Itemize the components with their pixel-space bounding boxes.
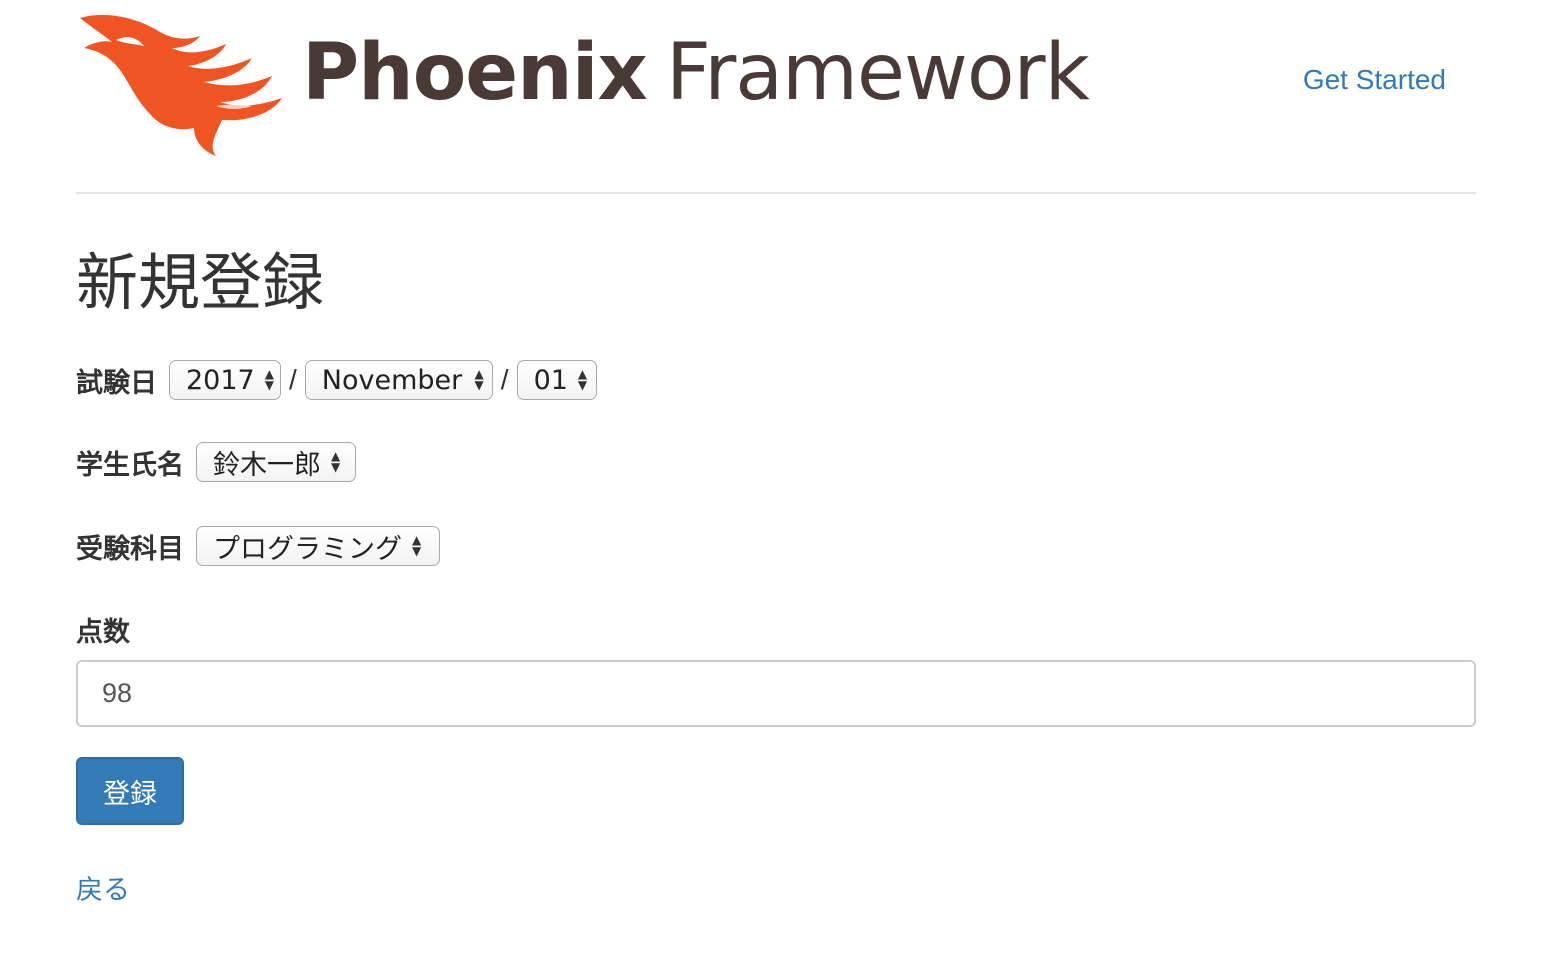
page: TM Phoenix Framework Get Started 新規登録 試験… [0,0,1568,972]
phoenix-logo[interactable]: TM Phoenix Framework [76,10,1136,160]
score-label-row: 点数 [76,610,130,649]
subject-select[interactable]: プログラミング ▲ ▼ [196,526,440,566]
subject-row: 受験科目 プログラミング ▲ ▼ [76,526,440,566]
student-row: 学生氏名 鈴木一郎 ▲ ▼ [76,442,356,482]
score-label: 点数 [76,617,130,648]
exam-year-select[interactable]: 2017 ▲ ▼ [169,360,281,400]
date-separator: / [500,364,509,395]
select-arrows-icon: ▲ ▼ [264,367,274,392]
exam-date-label: 試験日 [76,367,157,399]
select-arrows-icon: ▲ ▼ [331,449,341,474]
phoenix-bird-icon: TM [80,14,282,156]
logo-word-phoenix: Phoenix [302,28,648,118]
exam-month-select[interactable]: November ▲ ▼ [304,360,493,400]
student-label: 学生氏名 [76,449,184,481]
date-separator: / [289,364,297,395]
exam-month-value: November [321,364,463,396]
logo-word-framework: Framework [666,28,1090,118]
student-select[interactable]: 鈴木一郎 ▲ ▼ [196,442,356,482]
student-value: 鈴木一郎 [213,449,321,481]
get-started-link[interactable]: Get Started [1303,64,1446,96]
score-value: 98 [102,678,133,708]
select-arrows-icon: ▲ ▼ [474,367,484,392]
select-arrows-icon: ▲ ▼ [412,533,422,558]
submit-button[interactable]: 登録 [76,757,184,825]
select-arrows-icon: ▲ ▼ [577,367,588,392]
subject-value: プログラミング [213,533,402,565]
page-title: 新規登録 [76,246,325,319]
subject-label: 受験科目 [76,533,184,565]
header: TM Phoenix Framework Get Started [76,0,1476,194]
exam-year-value: 2017 [186,364,255,396]
exam-date-row: 試験日 2017 ▲ ▼ / November ▲ ▼ / 01 ▲ ▼ [76,360,597,400]
back-link[interactable]: 戻る [76,868,130,907]
exam-day-value: 01 [533,364,568,396]
svg-text:TM: TM [241,107,254,116]
exam-day-select[interactable]: 01 ▲ ▼ [516,360,597,400]
score-input[interactable]: 98 [76,660,1476,727]
